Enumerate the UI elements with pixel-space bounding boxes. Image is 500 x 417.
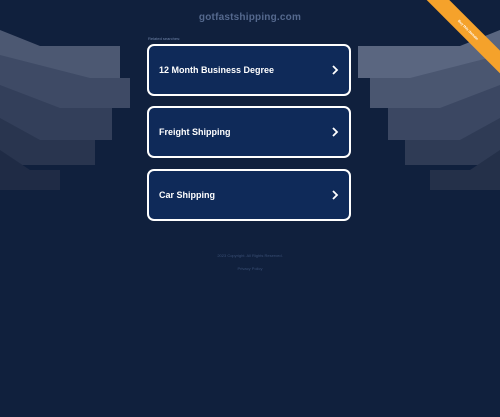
- link-label: Car Shipping: [159, 190, 215, 200]
- buy-domain-ribbon[interactable]: Buy this domain: [420, 0, 500, 80]
- privacy-policy-link[interactable]: Privacy Policy: [0, 266, 500, 271]
- link-label: 12 Month Business Degree: [159, 65, 275, 75]
- link-freight-shipping[interactable]: Freight Shipping: [147, 106, 351, 158]
- link-car-shipping[interactable]: Car Shipping: [147, 169, 351, 221]
- copyright-text: 2023 Copyright. All Rights Reserved.: [217, 253, 283, 258]
- link-12-month-business-degree[interactable]: 12 Month Business Degree: [147, 44, 351, 96]
- ribbon-text: Buy this domain: [420, 0, 500, 79]
- related-searches-label: Related searches:: [148, 36, 181, 41]
- chevron-right-icon: [330, 127, 340, 137]
- link-label: Freight Shipping: [159, 127, 231, 137]
- chevron-right-icon: [330, 65, 340, 75]
- chevron-right-icon: [330, 190, 340, 200]
